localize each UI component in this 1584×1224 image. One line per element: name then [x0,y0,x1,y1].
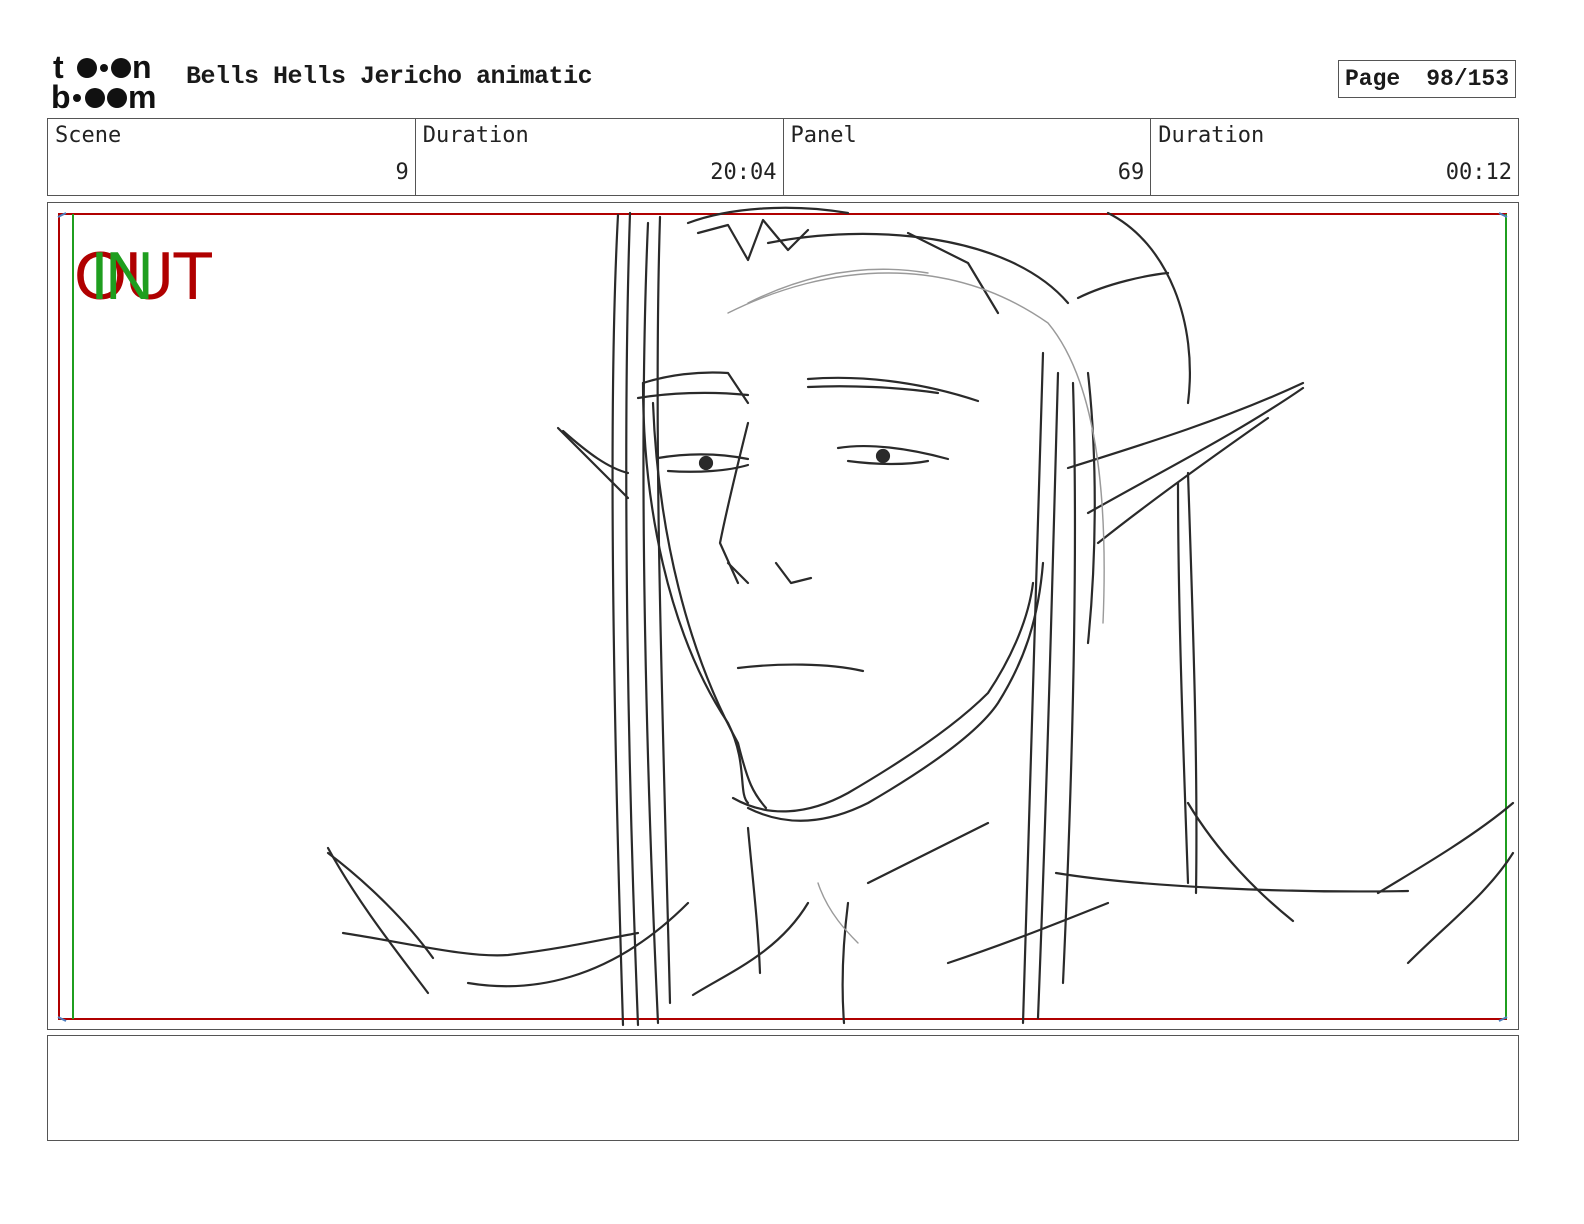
dialogue-notes-box [47,1035,1519,1141]
panel-info-row: Scene 9 Duration 20:04 Panel 69 Duration… [47,118,1519,196]
in-marker: IN [90,238,154,314]
document-title: Bells Hells Jericho animatic [186,62,593,91]
frame-corner-marks [57,212,1508,1022]
elf-sketch [326,206,1515,1027]
page-label: Page [1345,66,1401,92]
page-indicator: Page 98/153 [1338,60,1516,98]
scene-duration-cell: Duration 20:04 [416,119,784,195]
panel-value: 69 [1117,160,1145,185]
scene-cell: Scene 9 [48,119,416,195]
scene-duration-label: Duration [422,123,529,148]
scene-value: 9 [395,160,409,185]
scene-label: Scene [55,123,122,148]
in-out-markers: OUT IN [74,241,244,311]
panel-label: Panel [790,123,857,148]
out-frame-border [58,213,1507,1020]
storyboard-panel: OUT IN [47,202,1519,1030]
panel-duration-cell: Duration 00:12 [1151,119,1518,195]
panel-cell: Panel 69 [784,119,1152,195]
page-number: 98/153 [1426,66,1510,92]
scene-duration-value: 20:04 [710,160,777,185]
sketch-construction-lines [727,268,1105,944]
panel-sketch [57,206,1515,1027]
toon-boom-logo: t n b m [50,49,165,115]
panel-duration-value: 00:12 [1445,160,1512,185]
svg-text:m: m [128,79,156,112]
panel-duration-label: Duration [1158,123,1265,148]
svg-text:b: b [51,79,71,112]
